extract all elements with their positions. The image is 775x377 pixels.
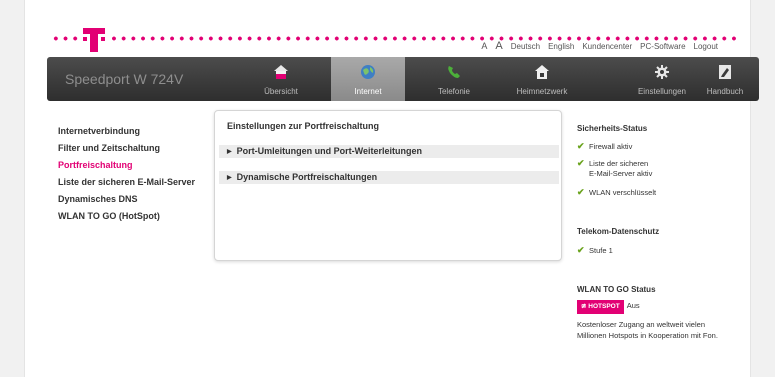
- logout-link[interactable]: Logout: [694, 42, 718, 51]
- section-port-umleitungen[interactable]: ▶ Port-Umleitungen und Port-Weiterleitung…: [219, 145, 559, 158]
- lang-english-link[interactable]: English: [548, 42, 574, 51]
- wifi-icon: ≇: [581, 303, 587, 310]
- status-wlan: ✔ WLAN verschlüsselt: [577, 187, 657, 197]
- expand-arrow-icon: ▶: [227, 175, 232, 181]
- home-network-icon: [534, 64, 550, 80]
- wlan-to-go-heading: WLAN TO GO Status: [577, 285, 656, 294]
- status-firewall: ✔ Firewall aktiv: [577, 141, 633, 151]
- sidebar-item-email-server[interactable]: Liste der sicheren E-Mail-Server: [58, 175, 228, 192]
- nav-item-internet[interactable]: Internet: [331, 57, 405, 101]
- main-navbar: Speedport W 724V Übersicht Internet Tele…: [47, 57, 759, 101]
- sidebar-item-dynamisches-dns[interactable]: Dynamisches DNS: [58, 192, 228, 209]
- checkmark-icon: ✔: [577, 187, 585, 197]
- nav-label-heimnetzwerk: Heimnetzwerk: [516, 87, 568, 96]
- security-status-heading: Sicherheits-Status: [577, 124, 648, 133]
- section-dynamische-portfreischaltungen[interactable]: ▶ Dynamische Portfreischaltungen: [219, 171, 559, 184]
- nav-label-handbuch: Handbuch: [706, 87, 744, 96]
- status-email-server: ✔ Liste der sicheren: [577, 158, 649, 168]
- wlan-to-go-desc-1: Kostenloser Zugang an weltweit vielen: [577, 320, 705, 329]
- main-content-panel: Einstellungen zur Portfreischaltung ▶ Por…: [214, 110, 562, 261]
- top-links: A A Deutsch English Kundencenter PC-Soft…: [481, 40, 718, 52]
- font-larger-button[interactable]: A: [495, 40, 502, 52]
- nav-item-heimnetzwerk[interactable]: Heimnetzwerk: [505, 57, 579, 101]
- status-email-server-line2: E-Mail-Server aktiv: [589, 169, 653, 178]
- pc-software-link[interactable]: PC-Software: [640, 42, 685, 51]
- globe-icon: [360, 64, 376, 80]
- nav-item-handbuch[interactable]: Handbuch: [695, 57, 755, 101]
- sidebar-item-wlan-to-go[interactable]: WLAN TO GO (HotSpot): [58, 209, 228, 226]
- hotspot-badge[interactable]: ≇ HOTSPOT: [577, 300, 624, 314]
- sidebar-item-internetverbindung[interactable]: Internetverbindung: [58, 124, 228, 141]
- checkmark-icon: ✔: [577, 141, 585, 151]
- house-icon: [273, 64, 289, 80]
- checkmark-icon: ✔: [577, 245, 585, 255]
- nav-label-telefonie: Telefonie: [437, 87, 471, 96]
- nav-label-einstellungen: Einstellungen: [637, 87, 687, 96]
- hotspot-status-text: Aus: [626, 301, 640, 310]
- nav-item-einstellungen[interactable]: Einstellungen: [633, 57, 691, 101]
- privacy-level[interactable]: ✔ Stufe 1: [577, 245, 613, 256]
- manual-icon: [717, 64, 733, 80]
- nav-label-uebersicht: Übersicht: [264, 87, 298, 96]
- checkmark-icon: ✔: [577, 158, 585, 168]
- nav-label-internet: Internet: [354, 87, 382, 96]
- section-label: Dynamische Portfreischaltungen: [236, 172, 378, 182]
- kundencenter-link[interactable]: Kundencenter: [582, 42, 632, 51]
- sidebar-item-portfreischaltung[interactable]: Portfreischaltung: [58, 158, 228, 175]
- gear-icon: [654, 64, 670, 80]
- expand-arrow-icon: ▶: [227, 149, 232, 155]
- device-brand: Speedport W 724V: [65, 71, 184, 87]
- nav-item-uebersicht[interactable]: Übersicht: [244, 57, 318, 101]
- wlan-to-go-status: ≇ HOTSPOT Aus: [577, 300, 640, 314]
- sidebar-menu: Internetverbindung Filter und Zeitschalt…: [58, 124, 228, 226]
- lang-deutsch-link[interactable]: Deutsch: [511, 42, 540, 51]
- section-label: Port-Umleitungen und Port-Weiterleitunge…: [236, 146, 422, 156]
- page-title: Einstellungen zur Portfreischaltung: [227, 121, 380, 131]
- privacy-heading: Telekom-Datenschutz: [577, 227, 660, 236]
- telekom-t-logo-icon[interactable]: [81, 18, 107, 52]
- font-smaller-button[interactable]: A: [481, 41, 487, 51]
- nav-item-telefonie[interactable]: Telefonie: [417, 57, 491, 101]
- sidebar-item-filter-zeitschaltung[interactable]: Filter und Zeitschaltung: [58, 141, 228, 158]
- wlan-to-go-desc-2: Millionen Hotspots in Kooperation mit Fo…: [577, 331, 718, 340]
- phone-icon: [446, 64, 462, 80]
- page-container: A A Deutsch English Kundencenter PC-Soft…: [24, 0, 759, 377]
